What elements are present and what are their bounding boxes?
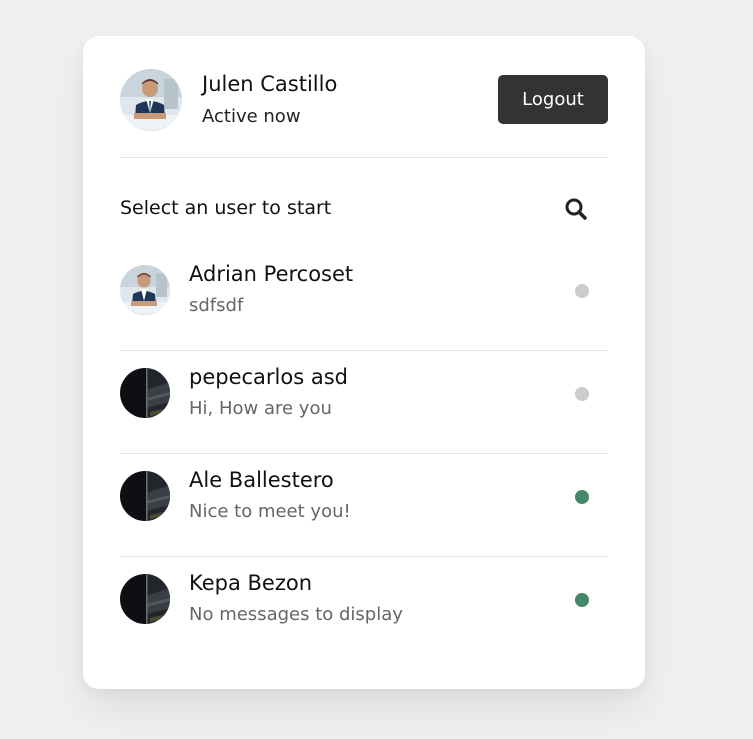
search-icon bbox=[560, 198, 594, 230]
user-list-item[interactable]: Ale Ballestero Nice to meet you! bbox=[120, 454, 608, 557]
status-dot-offline bbox=[575, 387, 589, 401]
status-dot-online bbox=[575, 490, 589, 504]
user-name: Kepa Bezon bbox=[189, 571, 313, 595]
user-header: Julen Castillo Active now Logout bbox=[120, 36, 608, 158]
search-label: Select an user to start bbox=[120, 197, 332, 219]
user-list-item[interactable]: pepecarlos asd Hi, How are you bbox=[120, 351, 608, 454]
status-dot-offline bbox=[575, 284, 589, 298]
user-name: Adrian Percoset bbox=[189, 262, 354, 286]
user-list: Adrian Percoset sdfsdf pepecarlos asd Hi… bbox=[120, 248, 608, 659]
user-list-item[interactable]: Adrian Percoset sdfsdf bbox=[120, 248, 608, 351]
current-user-name: Julen Castillo bbox=[202, 72, 338, 96]
last-message: Nice to meet you! bbox=[189, 501, 351, 522]
status-dot-online bbox=[575, 593, 589, 607]
current-user-status: Active now bbox=[202, 106, 301, 127]
chat-users-card: Julen Castillo Active now Logout Select … bbox=[83, 36, 645, 689]
last-message: No messages to display bbox=[189, 604, 403, 625]
avatar bbox=[120, 368, 170, 418]
avatar bbox=[120, 69, 182, 131]
last-message: sdfsdf bbox=[189, 295, 244, 316]
logout-button[interactable]: Logout bbox=[498, 75, 608, 124]
avatar bbox=[120, 574, 170, 624]
search-bar: Select an user to start bbox=[120, 191, 608, 231]
last-message: Hi, How are you bbox=[189, 398, 332, 419]
search-button[interactable] bbox=[560, 193, 594, 227]
user-name: pepecarlos asd bbox=[189, 365, 348, 389]
avatar bbox=[120, 471, 170, 521]
user-list-item[interactable]: Kepa Bezon No messages to display bbox=[120, 557, 608, 659]
avatar bbox=[120, 265, 170, 315]
user-name: Ale Ballestero bbox=[189, 468, 334, 492]
